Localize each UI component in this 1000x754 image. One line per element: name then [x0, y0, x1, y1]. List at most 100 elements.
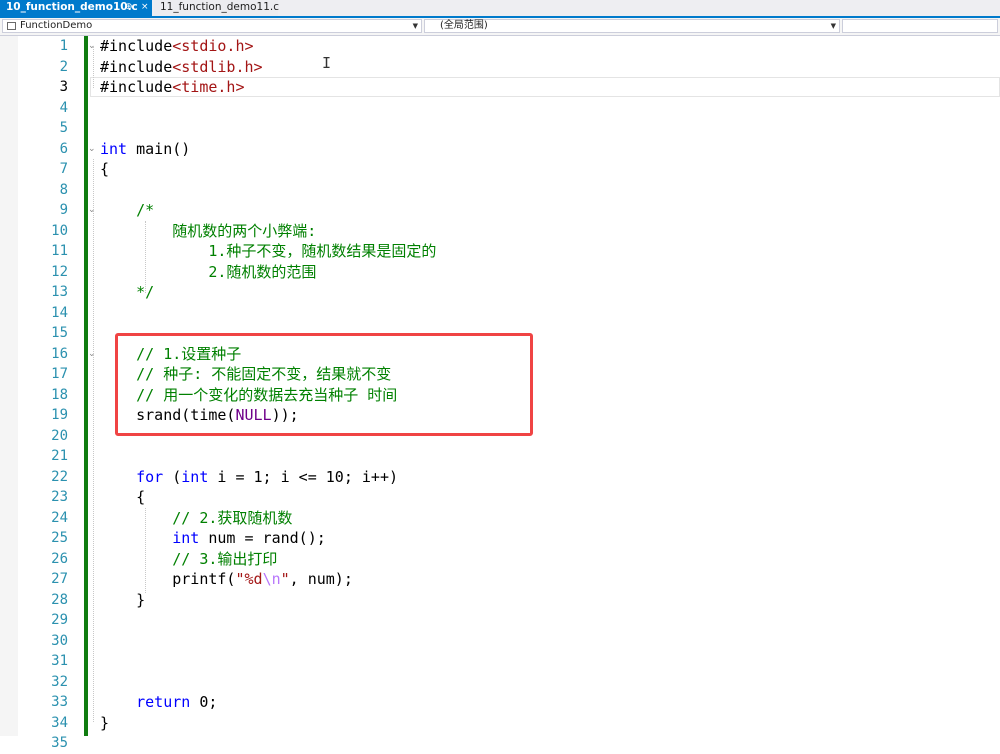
line-number: 25: [51, 530, 68, 546]
code-token: (: [163, 467, 182, 486]
code-text[interactable]: 1.种子不变，随机数结果是固定的: [100, 241, 436, 262]
code-line[interactable]: 35: [0, 733, 1000, 754]
line-number: 12: [51, 263, 68, 280]
line-number: 32: [51, 673, 68, 690]
code-text[interactable]: int main(): [100, 139, 190, 160]
code-line[interactable]: 14: [0, 303, 1000, 324]
code-text[interactable]: // 2.获取随机数: [100, 508, 292, 529]
line-number: 5: [59, 120, 68, 136]
line-number: 26: [51, 550, 68, 567]
code-line[interactable]: 33 return 0;: [0, 692, 1000, 713]
code-line[interactable]: 27 printf("%d\n", num);: [0, 569, 1000, 590]
project-name: FunctionDemo: [20, 20, 93, 31]
code-line[interactable]: 31: [0, 651, 1000, 672]
project-dropdown[interactable]: FunctionDemo ▼: [2, 19, 422, 33]
close-icon[interactable]: ×: [141, 0, 149, 15]
line-number: 14: [51, 304, 68, 321]
collapse-icon[interactable]: ⌄: [88, 139, 97, 159]
code-text[interactable]: return 0;: [100, 692, 217, 713]
code-line[interactable]: 32: [0, 672, 1000, 693]
outline-guide: [93, 159, 94, 722]
project-icon: [7, 22, 16, 30]
code-line[interactable]: 28 }: [0, 590, 1000, 611]
code-line[interactable]: 2 #include<stdlib.h>: [0, 57, 1000, 78]
scope-dropdown[interactable]: (全局范围) ▼: [424, 19, 840, 33]
code-line[interactable]: 3 #include<time.h>: [0, 77, 1000, 98]
code-token: #include: [100, 78, 173, 96]
line-number: 23: [51, 489, 68, 505]
code-line[interactable]: 22 for (int i = 1; i <= 10; i++): [0, 467, 1000, 488]
code-text[interactable]: int num = rand();: [100, 528, 326, 549]
code-editor[interactable]: 1 #include<stdio.h> 2 #include<stdlib.h> 3 #i…: [0, 36, 1000, 751]
line-number: 7: [59, 161, 68, 177]
line-number: 33: [51, 694, 68, 710]
line-number: 9: [59, 202, 68, 218]
code-line[interactable]: 29: [0, 610, 1000, 631]
code-token: #include: [100, 37, 173, 55]
scope-label: (全局范围): [440, 20, 488, 31]
outline-guide: [93, 46, 94, 88]
code-text[interactable]: 随机数的两个小弊端:: [100, 221, 316, 242]
code-text[interactable]: #include<stdio.h>: [100, 36, 254, 57]
code-token: for: [136, 467, 164, 486]
line-number: 15: [51, 325, 68, 341]
code-token: int: [100, 139, 128, 158]
code-text[interactable]: // 3.输出打印: [100, 549, 277, 570]
code-text[interactable]: {: [100, 487, 145, 508]
line-number: 35: [51, 735, 68, 751]
member-dropdown[interactable]: [842, 19, 998, 33]
code-text[interactable]: }: [100, 590, 145, 611]
line-number: 11: [51, 243, 68, 259]
code-line[interactable]: 8: [0, 180, 1000, 201]
code-token: // 2.获取随机数: [100, 508, 293, 527]
line-number: 1: [59, 38, 68, 54]
code-token: num = rand();: [199, 529, 326, 547]
line-number: 27: [51, 571, 68, 587]
code-text[interactable]: for (int i = 1; i <= 10; i++): [100, 467, 398, 488]
code-text[interactable]: }: [100, 713, 109, 734]
tab-function-demo11[interactable]: 11_function_demo11.c: [154, 0, 279, 16]
code-token: , num);: [289, 570, 353, 588]
code-line[interactable]: 30: [0, 631, 1000, 652]
code-token: i = 1; i <= 10; i++): [208, 467, 399, 486]
code-token: 随机数的两个小弊端:: [100, 221, 317, 240]
code-line[interactable]: 25 int num = rand();: [0, 528, 1000, 549]
line-number: 19: [51, 407, 68, 423]
code-line[interactable]: 9 /*: [0, 200, 1000, 221]
code-text[interactable]: {: [100, 159, 109, 180]
line-number: 16: [51, 345, 68, 362]
code-text[interactable]: printf("%d\n", num);: [100, 569, 353, 590]
code-token: "%d: [235, 570, 263, 588]
code-line[interactable]: 23 {: [0, 487, 1000, 508]
code-text[interactable]: #include<time.h>: [100, 77, 245, 98]
code-token: int: [172, 529, 200, 547]
text-cursor-icon: I: [322, 54, 332, 72]
tab-function-demo10[interactable]: 10_function_demo10.c ⊕ ×: [0, 0, 152, 16]
code-line[interactable]: 12 2.随机数的范围: [0, 262, 1000, 283]
code-line[interactable]: 34}: [0, 713, 1000, 734]
code-line[interactable]: 26 // 3.输出打印: [0, 549, 1000, 570]
code-line[interactable]: 1 #include<stdio.h>: [0, 36, 1000, 57]
code-text[interactable]: #include<stdlib.h>: [100, 57, 263, 78]
code-line[interactable]: 4: [0, 98, 1000, 119]
code-line[interactable]: 13 */: [0, 282, 1000, 303]
navigation-bar: FunctionDemo ▼ (全局范围) ▼: [0, 18, 1000, 36]
line-number: 13: [51, 284, 68, 300]
pin-icon[interactable]: ⊕: [125, 0, 133, 15]
code-text[interactable]: 2.随机数的范围: [100, 262, 316, 283]
code-line[interactable]: 11 1.种子不变，随机数结果是固定的: [0, 241, 1000, 262]
code-line[interactable]: 21: [0, 446, 1000, 467]
outline-guide: [145, 508, 146, 593]
line-number: 21: [51, 448, 68, 464]
code-line[interactable]: 5: [0, 118, 1000, 139]
code-line[interactable]: 6 int main(): [0, 139, 1000, 160]
line-number: 4: [59, 99, 68, 116]
code-text[interactable]: */: [100, 282, 154, 303]
line-number: 10: [51, 222, 68, 239]
code-text[interactable]: /*: [100, 200, 154, 221]
code-token: {: [100, 160, 110, 178]
code-line[interactable]: 7{: [0, 159, 1000, 180]
code-line[interactable]: 24 // 2.获取随机数: [0, 508, 1000, 529]
code-line[interactable]: 10 随机数的两个小弊端:: [0, 221, 1000, 242]
